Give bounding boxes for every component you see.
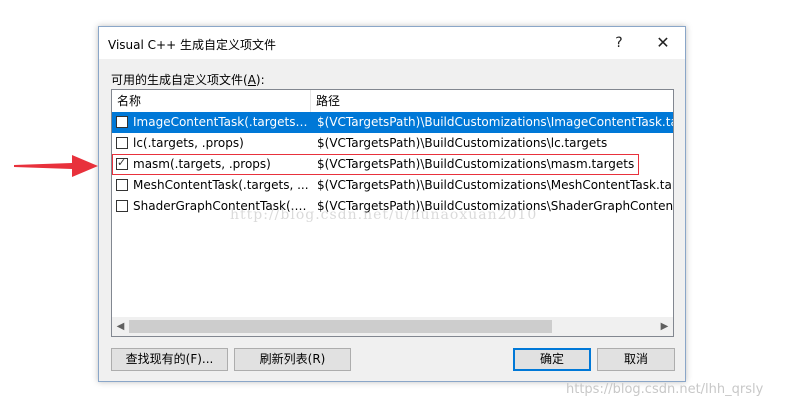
title-bar: Visual C++ 生成自定义项文件 ? ✕ bbox=[99, 27, 685, 59]
list-header: 名称 路径 bbox=[112, 90, 673, 113]
row-path: $(VCTargetsPath)\BuildCustomizations\mas… bbox=[317, 157, 635, 171]
list-row[interactable]: MeshContentTask(.targets, ... $(VCTargets… bbox=[112, 175, 673, 196]
ok-button[interactable]: 确定 bbox=[513, 348, 591, 371]
row-name: lc(.targets, .props) bbox=[133, 136, 244, 150]
row-name: ImageContentTask(.targets, ... bbox=[133, 115, 309, 129]
list-caption: 可用的生成自定义项文件(A): bbox=[111, 73, 265, 87]
row-checkbox[interactable] bbox=[116, 137, 128, 149]
column-header-path[interactable]: 路径 bbox=[311, 90, 673, 112]
row-checkbox[interactable]: ✓ bbox=[116, 156, 128, 170]
row-path: $(VCTargetsPath)\BuildCustomizations\lc.… bbox=[317, 136, 608, 150]
column-header-name[interactable]: 名称 bbox=[112, 90, 311, 112]
scroll-right-icon[interactable]: ▶ bbox=[656, 317, 673, 336]
row-checkbox[interactable] bbox=[116, 179, 128, 191]
list-rows: ImageContentTask(.targets, ... $(VCTarget… bbox=[112, 112, 673, 217]
row-path: $(VCTargetsPath)\BuildCustomizations\Ima… bbox=[317, 115, 673, 129]
cancel-button[interactable]: 取消 bbox=[597, 348, 675, 371]
credit-text: https://blog.csdn.net/lhh_qrsly bbox=[566, 382, 764, 397]
watermark-text: http://blog.csdn.net/u/hunaoxuan2010 bbox=[230, 207, 538, 223]
row-path: $(VCTargetsPath)\BuildCustomizations\Mes… bbox=[317, 178, 673, 192]
checkmark-icon: ✓ bbox=[117, 156, 127, 169]
horizontal-scrollbar[interactable]: ◀ ▶ bbox=[112, 317, 673, 336]
refresh-list-button[interactable]: 刷新列表(R) bbox=[234, 348, 351, 371]
list-row[interactable]: ✓ masm(.targets, .props) $(VCTargetsPath)\… bbox=[112, 154, 639, 175]
list-row[interactable]: lc(.targets, .props) $(VCTargetsPath)\Bui… bbox=[112, 133, 673, 154]
list-row[interactable]: ImageContentTask(.targets, ... $(VCTarget… bbox=[112, 112, 673, 133]
scroll-left-icon[interactable]: ◀ bbox=[112, 317, 129, 336]
row-checkbox[interactable] bbox=[116, 200, 128, 212]
scroll-thumb[interactable] bbox=[129, 320, 552, 333]
row-checkbox[interactable] bbox=[116, 116, 128, 128]
close-button[interactable]: ✕ bbox=[641, 27, 685, 59]
red-arrow-icon bbox=[14, 155, 98, 177]
help-button[interactable]: ? bbox=[597, 27, 641, 59]
row-name: MeshContentTask(.targets, ... bbox=[133, 178, 309, 192]
custom-build-dialog: Visual C++ 生成自定义项文件 ? ✕ 可用的生成自定义项文件(A): … bbox=[98, 26, 686, 382]
row-name: masm(.targets, .props) bbox=[133, 157, 271, 171]
find-existing-button[interactable]: 查找现有的(F)... bbox=[111, 348, 228, 371]
dialog-title: Visual C++ 生成自定义项文件 bbox=[108, 38, 276, 52]
